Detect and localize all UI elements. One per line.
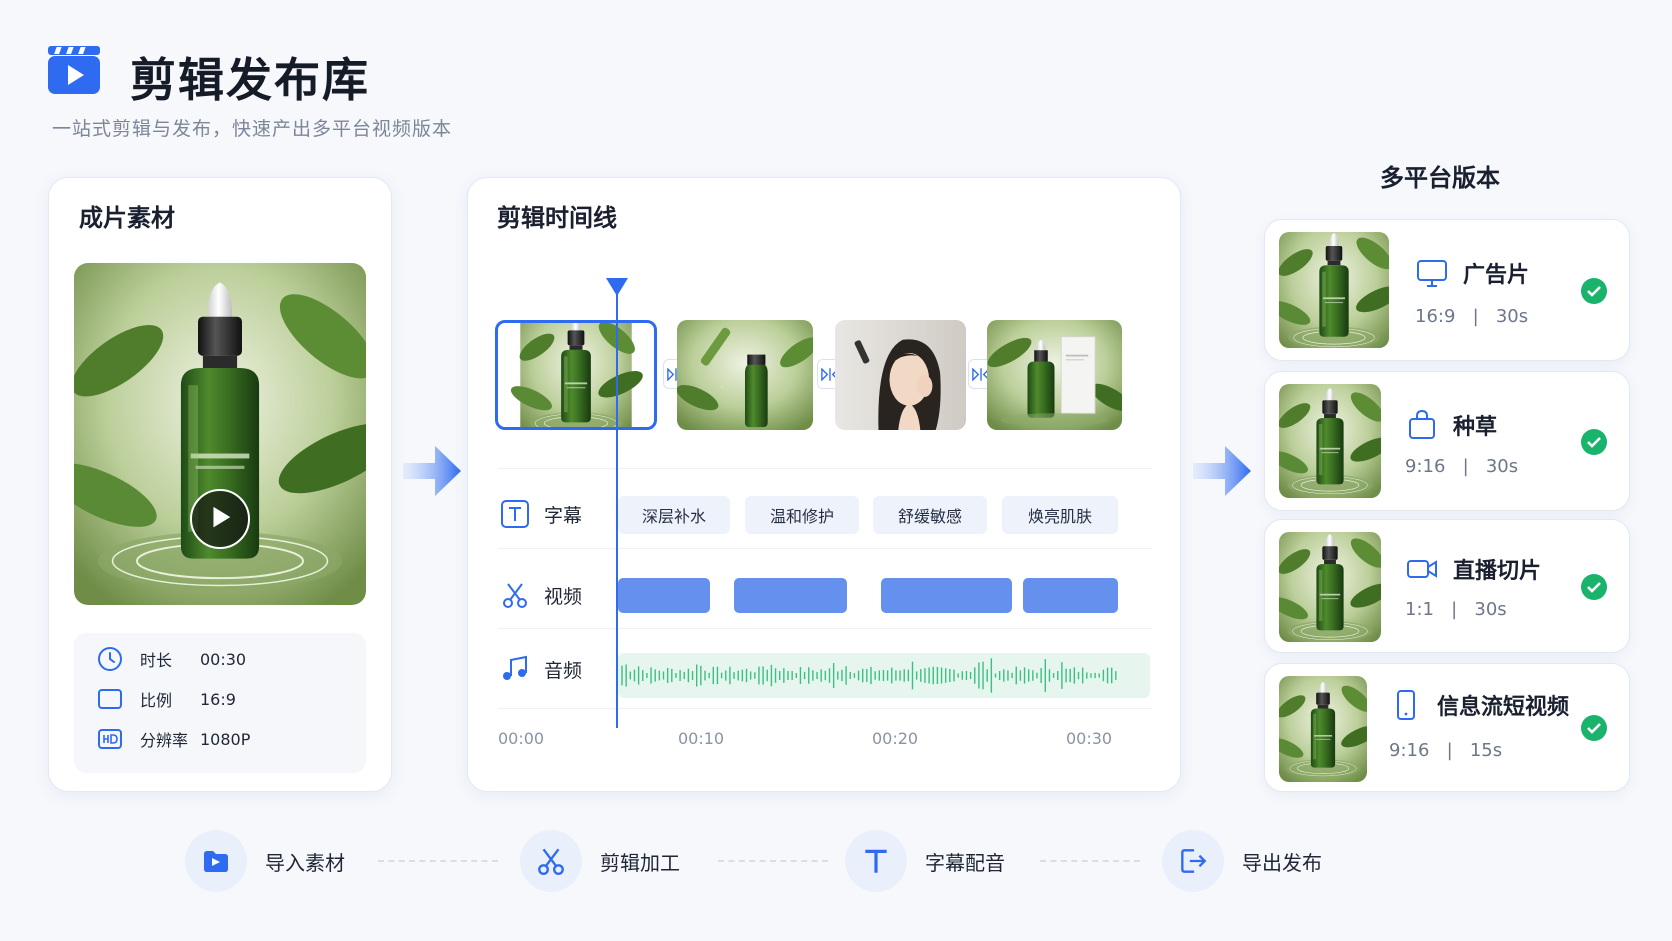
music-note-icon <box>503 655 527 680</box>
subtitle-chip[interactable]: 焕亮肌肤 <box>1002 496 1118 534</box>
clock-icon <box>98 647 122 671</box>
video-camera-icon <box>1407 560 1437 578</box>
spec-resolution: 分辨率 1080P <box>96 725 250 753</box>
source-specs: 时长 00:30 比例 16:9 分辨率 1080P <box>74 633 366 773</box>
flow-arrow-icon <box>403 446 461 496</box>
mobile-phone-icon <box>1397 690 1415 720</box>
version-meta: 9:16 | 30s <box>1405 456 1519 477</box>
source-video-preview[interactable] <box>74 263 366 605</box>
check-circle-icon <box>1581 278 1607 304</box>
version-card-seeding[interactable]: 种草 9:16 | 30s <box>1264 371 1630 511</box>
track-name: 字幕 <box>544 504 583 527</box>
timeline-tick: 00:00 <box>498 729 545 748</box>
subtitle-chip[interactable]: 深层补水 <box>618 496 730 534</box>
scissors-icon <box>538 848 564 875</box>
timeline-clip[interactable] <box>987 320 1122 430</box>
subtitle-chip[interactable]: 舒缓敏感 <box>873 496 987 534</box>
track-label-subtitle: 字幕 <box>500 498 582 530</box>
check-circle-icon <box>1581 429 1607 455</box>
waveform-graphic <box>621 658 1117 693</box>
check-circle-icon <box>1581 715 1607 741</box>
step-import[interactable]: 导入素材 <box>185 830 345 892</box>
version-meta: 1:1 | 30s <box>1405 599 1507 620</box>
monitor-icon <box>1417 260 1447 287</box>
play-icon <box>213 506 231 528</box>
page-subtitle: 一站式剪辑与发布，快速产出多平台视频版本 <box>52 118 453 140</box>
text-icon <box>501 500 529 528</box>
shopping-bag-icon <box>1409 409 1435 439</box>
step-label: 导出发布 <box>1242 850 1322 875</box>
step-export-publish[interactable]: 导出发布 <box>1162 830 1322 892</box>
versions-title: 多平台版本 <box>1380 164 1500 192</box>
spec-label: 时长 <box>140 651 173 670</box>
spec-label: 比例 <box>140 691 173 710</box>
hd-icon <box>98 729 122 749</box>
import-folder-icon <box>204 851 228 872</box>
version-card-feed-short[interactable]: 信息流短视频 9:16 | 15s <box>1264 663 1630 792</box>
spec-label: 分辨率 <box>140 731 189 750</box>
scissors-icon <box>503 583 527 608</box>
version-meta: 9:16 | 15s <box>1389 740 1503 761</box>
step-subtitle-dub[interactable]: 字幕配音 <box>845 830 1005 892</box>
source-panel-title: 成片素材 <box>79 204 175 232</box>
version-thumbnail <box>1279 232 1389 348</box>
video-segment[interactable] <box>618 578 710 613</box>
version-name: 广告片 <box>1415 256 1529 290</box>
spec-aspect-ratio: 比例 16:9 <box>96 685 236 713</box>
step-label: 导入素材 <box>265 850 345 875</box>
aspect-ratio-icon <box>98 689 122 709</box>
timeline-tick: 00:20 <box>872 729 919 748</box>
track-label-video: 视频 <box>500 579 582 611</box>
clapperboard-play-icon <box>48 46 100 94</box>
timeline-tick: 00:30 <box>1066 729 1113 748</box>
version-name: 种草 <box>1405 408 1497 442</box>
spec-duration: 时长 00:30 <box>96 645 246 673</box>
page-title: 剪辑发布库 <box>130 53 370 107</box>
version-card-ad[interactable]: 广告片 16:9 | 30s <box>1264 219 1630 361</box>
source-material-panel: 成片素材 时长 00:30 比例 16:9 分辨率 1080P <box>48 177 392 792</box>
video-segment[interactable] <box>881 578 1012 613</box>
timeline-clip[interactable] <box>677 320 813 430</box>
text-icon <box>865 849 887 873</box>
track-name: 音频 <box>544 659 583 682</box>
subtitle-chip[interactable]: 温和修护 <box>745 496 859 534</box>
video-segment[interactable] <box>734 578 847 613</box>
step-label: 剪辑加工 <box>600 850 680 875</box>
timeline-panel: 剪辑时间线 字幕 深层补水 温和修护 舒缓敏感 焕亮肌肤 视频 音频 00:00… <box>467 177 1181 792</box>
step-label: 字幕配音 <box>925 850 1005 875</box>
play-button[interactable] <box>190 489 250 549</box>
version-meta: 16:9 | 30s <box>1415 306 1529 327</box>
version-name: 信息流短视频 <box>1389 688 1569 722</box>
spec-value: 1080P <box>200 729 251 749</box>
version-name: 直播切片 <box>1405 552 1541 586</box>
timeline-tick: 00:10 <box>678 729 725 748</box>
spec-value: 00:30 <box>200 649 247 669</box>
spec-value: 16:9 <box>200 689 236 709</box>
video-segment[interactable] <box>1023 578 1118 613</box>
flow-arrow-icon <box>1193 446 1251 496</box>
timeline-panel-title: 剪辑时间线 <box>497 204 617 232</box>
track-label-audio: 音频 <box>500 653 582 685</box>
timeline-clip[interactable] <box>495 320 657 430</box>
playhead[interactable] <box>616 278 618 728</box>
check-circle-icon <box>1581 574 1607 600</box>
audio-waveform[interactable] <box>618 653 1150 698</box>
version-card-live-clip[interactable]: 直播切片 1:1 | 30s <box>1264 519 1630 653</box>
version-thumbnail <box>1279 384 1381 498</box>
track-name: 视频 <box>544 585 583 608</box>
export-icon <box>1181 849 1207 873</box>
timeline-clip[interactable] <box>835 320 966 430</box>
step-edit[interactable]: 剪辑加工 <box>520 830 680 892</box>
version-thumbnail <box>1279 676 1367 782</box>
version-thumbnail <box>1279 532 1381 642</box>
